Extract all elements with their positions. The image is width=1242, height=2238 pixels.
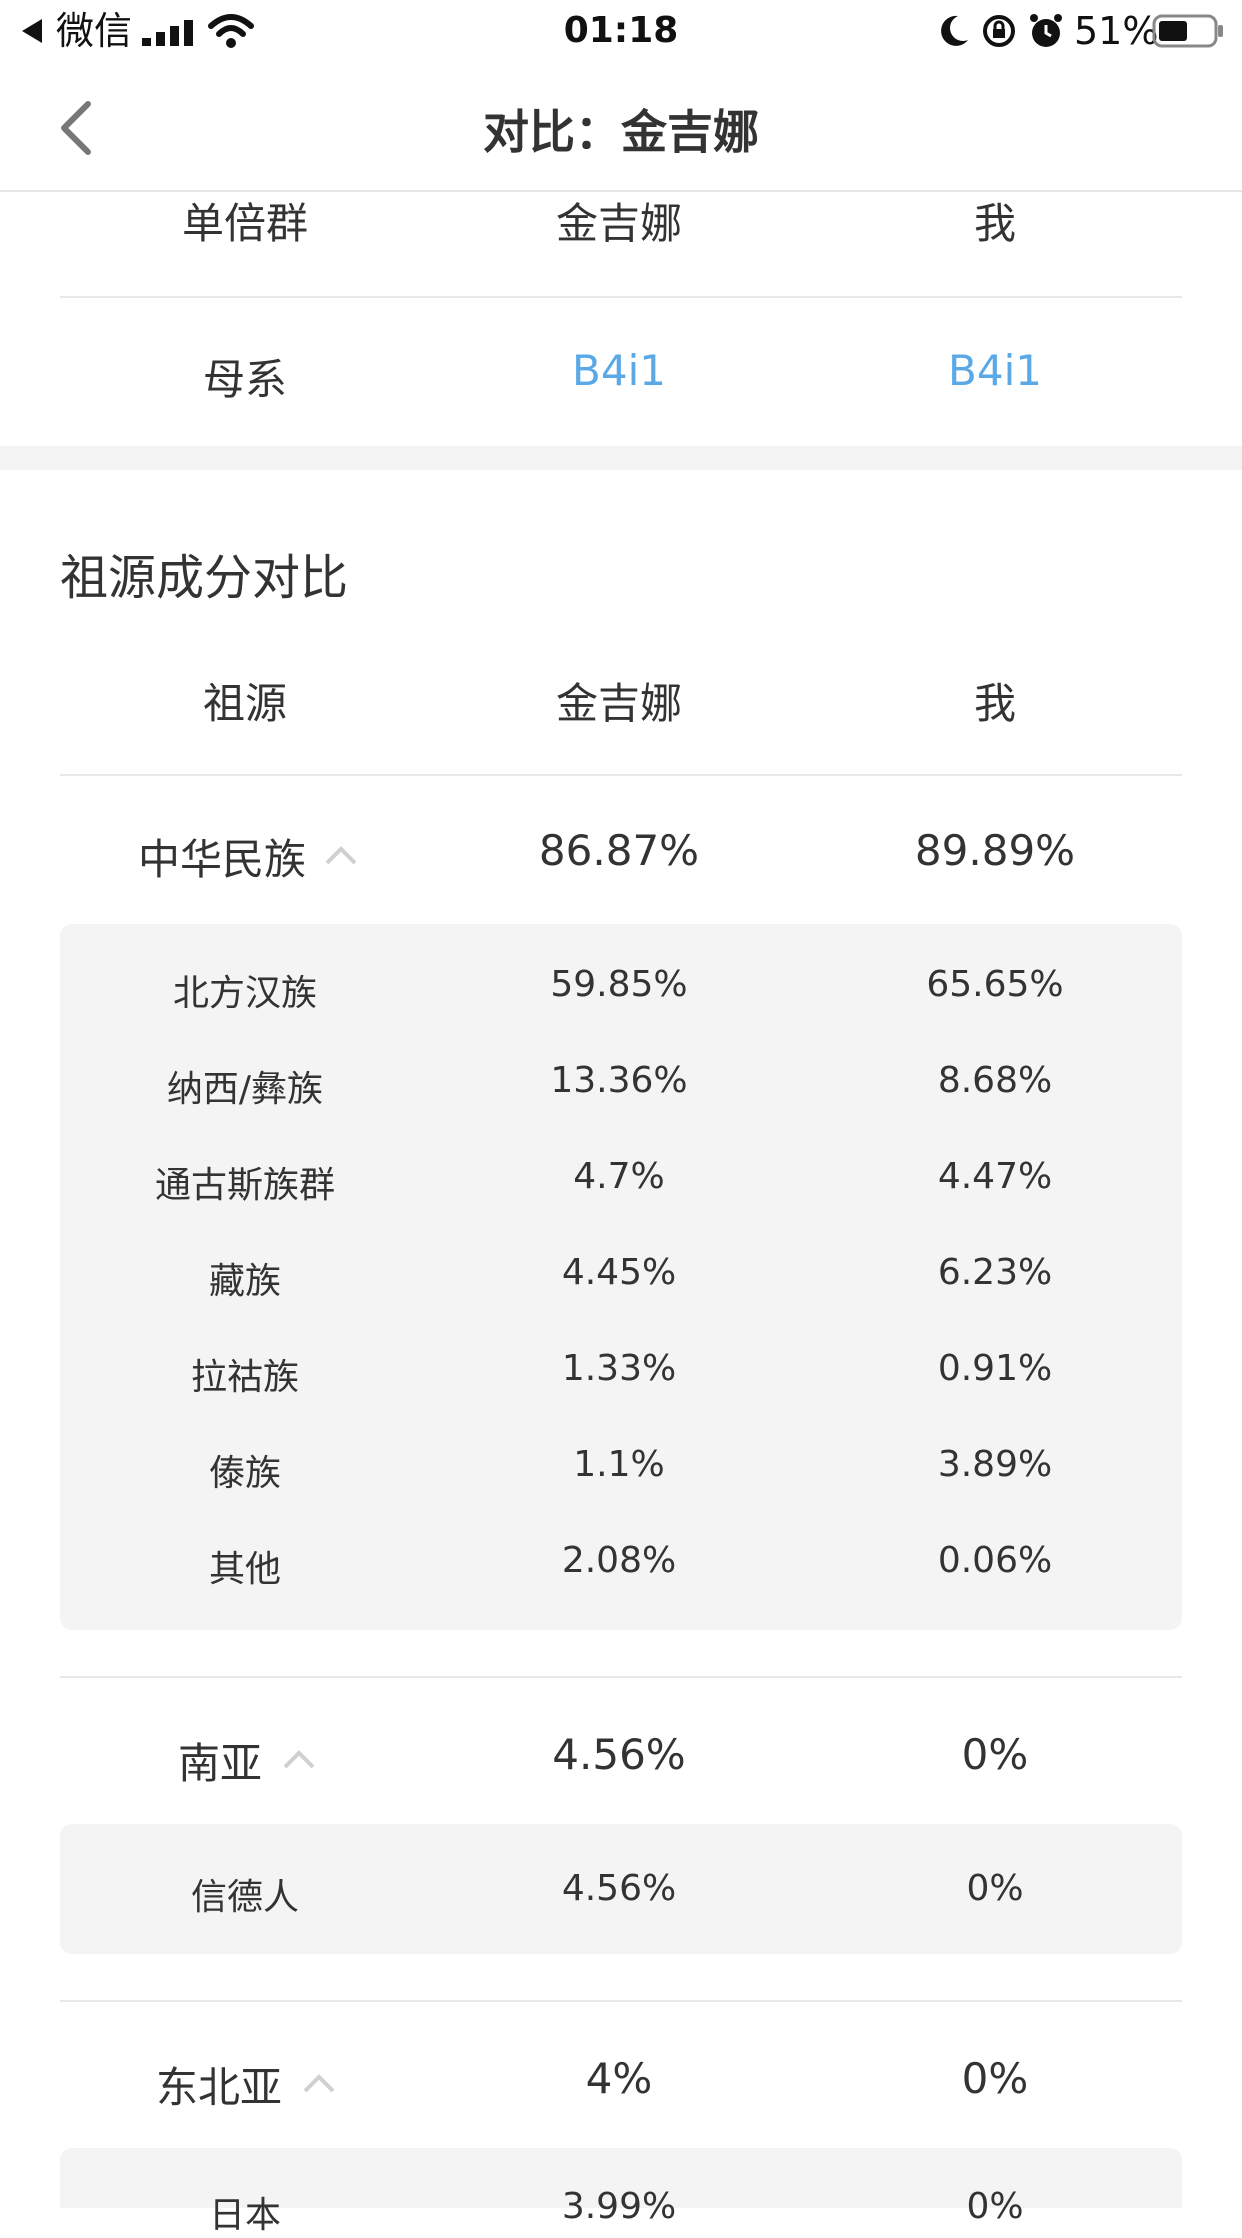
chevron-up-icon xyxy=(325,846,357,865)
ancestry-header-person-b: 我 xyxy=(973,679,1016,728)
sub-value-a: 3.99% xyxy=(561,2186,677,2227)
sub-value-a: 4.7% xyxy=(573,1156,665,1197)
sub-value-b: 0% xyxy=(966,2186,1024,2227)
alarm-icon xyxy=(1030,14,1062,47)
group-toggle-northeast-asia[interactable]: 东北亚 xyxy=(60,2054,430,2114)
divider xyxy=(60,2000,1182,2002)
sub-name: 其他 xyxy=(208,1549,281,1590)
ancestry-section-title: 祖源成分对比 xyxy=(60,550,349,606)
sub-name: 纳西/彝族 xyxy=(166,1069,324,1110)
group-name: 中华民族 xyxy=(138,835,307,884)
maternal-value-b-link[interactable]: B4i1 xyxy=(808,346,1182,395)
sub-name: 拉祜族 xyxy=(190,1357,299,1398)
sub-value-b: 65.65% xyxy=(926,964,1064,1005)
divider xyxy=(60,296,1182,298)
page-title: 对比：金吉娜 xyxy=(483,105,759,159)
haplogroup-header-person-a: 金吉娜 xyxy=(555,199,682,248)
group-toggle-chinese[interactable]: 中华民族 xyxy=(60,826,430,886)
divider xyxy=(60,1676,1182,1678)
sub-value-b: 6.23% xyxy=(937,1252,1053,1293)
sub-name: 日本 xyxy=(208,2195,281,2236)
sub-value-a: 13.36% xyxy=(550,1060,688,1101)
sub-value-a: 59.85% xyxy=(550,964,688,1005)
rotation-lock-icon xyxy=(983,15,1015,47)
haplogroup-header-person-b: 我 xyxy=(973,199,1016,248)
sub-value-b: 0.06% xyxy=(937,1540,1053,1581)
moon-icon xyxy=(941,15,968,46)
sub-value-b: 0% xyxy=(966,1868,1024,1909)
nav-bar: 对比：金吉娜 xyxy=(0,62,1242,192)
divider xyxy=(60,774,1182,776)
group-value-a: 86.87% xyxy=(538,826,700,875)
sub-value-b: 8.68% xyxy=(937,1060,1053,1101)
group-value-b: 0% xyxy=(961,1730,1029,1779)
sub-value-a: 1.33% xyxy=(561,1348,677,1389)
sub-value-a: 4.56% xyxy=(561,1868,677,1909)
group-toggle-south-asia[interactable]: 南亚 xyxy=(60,1730,430,1790)
group-value-a: 4.56% xyxy=(552,1730,686,1779)
sub-name: 北方汉族 xyxy=(172,973,317,1014)
maternal-value-a-link[interactable]: B4i1 xyxy=(430,346,808,395)
chevron-up-icon xyxy=(283,1750,315,1769)
group-name: 东北亚 xyxy=(156,2063,283,2112)
group-value-a: 4% xyxy=(585,2054,653,2103)
group-value-b: 89.89% xyxy=(914,826,1076,875)
sub-name: 藏族 xyxy=(208,1261,281,1302)
chevron-up-icon xyxy=(303,2074,335,2093)
sub-value-b: 4.47% xyxy=(937,1156,1053,1197)
haplogroup-header-label: 单倍群 xyxy=(181,199,308,248)
sub-name: 信德人 xyxy=(190,1877,299,1918)
battery-icon xyxy=(1152,14,1223,48)
sub-value-b: 3.89% xyxy=(937,1444,1053,1485)
sub-value-a: 1.1% xyxy=(573,1444,665,1485)
sub-value-a: 4.45% xyxy=(561,1252,677,1293)
group-name: 南亚 xyxy=(178,1739,263,1788)
sub-name: 通古斯族群 xyxy=(154,1165,335,1206)
sub-value-a: 2.08% xyxy=(561,1540,677,1581)
sub-name: 傣族 xyxy=(208,1453,281,1494)
sub-value-b: 0.91% xyxy=(937,1348,1053,1389)
battery-percent: 51% xyxy=(1074,9,1159,53)
ancestry-header-label: 祖源 xyxy=(202,679,287,728)
section-gap xyxy=(0,446,1242,470)
group-value-b: 0% xyxy=(961,2054,1029,2103)
status-bar: 微信 01:18 51% xyxy=(0,0,1242,62)
ancestry-header-person-a: 金吉娜 xyxy=(555,679,682,728)
maternal-label: 母系 xyxy=(202,355,287,404)
